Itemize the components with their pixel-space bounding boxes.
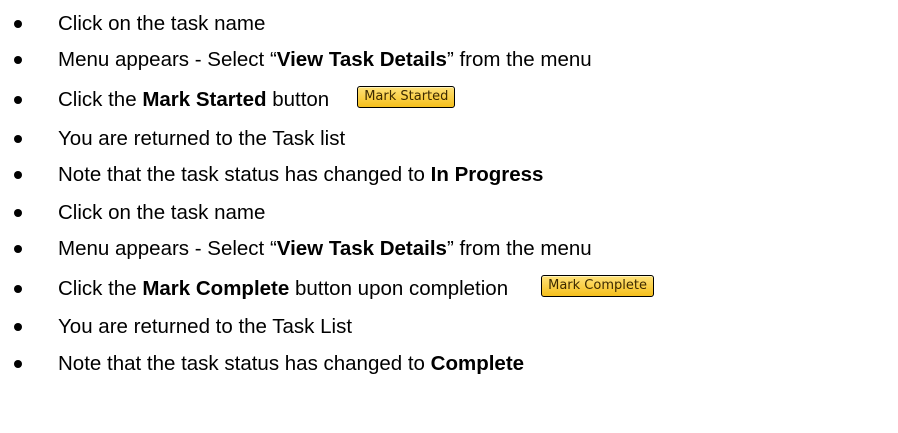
- step-text: You are returned to the Task List: [58, 315, 352, 339]
- bold-term: View Task Details: [277, 48, 447, 72]
- bold-term: Mark Complete: [142, 277, 289, 301]
- bullet-icon: [14, 285, 22, 293]
- mark-complete-button[interactable]: Mark Complete: [541, 275, 654, 297]
- list-item: You are returned to the Task List: [0, 307, 898, 347]
- bullet-icon: [14, 245, 22, 253]
- list-item: Click the Mark Started button Mark Start…: [0, 80, 898, 120]
- bullet-icon: [14, 209, 22, 217]
- mark-started-button[interactable]: Mark Started: [357, 86, 455, 108]
- bold-term: Complete: [431, 352, 524, 376]
- bullet-icon: [14, 171, 22, 179]
- step-text: Click on the task name: [58, 201, 265, 225]
- bullet-icon: [14, 323, 22, 331]
- list-item: Click on the task name: [0, 193, 898, 233]
- list-item: You are returned to the Task list: [0, 119, 898, 159]
- step-text: Note that the task status has changed to…: [58, 163, 543, 187]
- step-text: Menu appears - Select “ View Task Detail…: [58, 237, 592, 261]
- list-item: Click the Mark Complete button upon comp…: [0, 269, 898, 309]
- list-item: Menu appears - Select “ View Task Detail…: [0, 229, 898, 269]
- bold-term: View Task Details: [277, 237, 447, 261]
- list-item: Note that the task status has changed to…: [0, 344, 898, 384]
- bullet-icon: [14, 96, 22, 104]
- step-text: Click the Mark Complete button upon comp…: [58, 277, 654, 301]
- list-item: Menu appears - Select “ View Task Detail…: [0, 40, 898, 80]
- bullet-icon: [14, 56, 22, 64]
- bullet-icon: [14, 20, 22, 28]
- step-text: Menu appears - Select “ View Task Detail…: [58, 48, 592, 72]
- step-text: Click the Mark Started button Mark Start…: [58, 88, 455, 112]
- step-text: You are returned to the Task list: [58, 127, 345, 151]
- list-item: Click on the task name: [0, 4, 898, 44]
- step-text: Click on the task name: [58, 12, 265, 36]
- list-item: Note that the task status has changed to…: [0, 155, 898, 195]
- bold-term: Mark Started: [142, 88, 266, 112]
- step-text: Note that the task status has changed to…: [58, 352, 524, 376]
- bullet-icon: [14, 135, 22, 143]
- bold-term: In Progress: [431, 163, 544, 187]
- bullet-icon: [14, 360, 22, 368]
